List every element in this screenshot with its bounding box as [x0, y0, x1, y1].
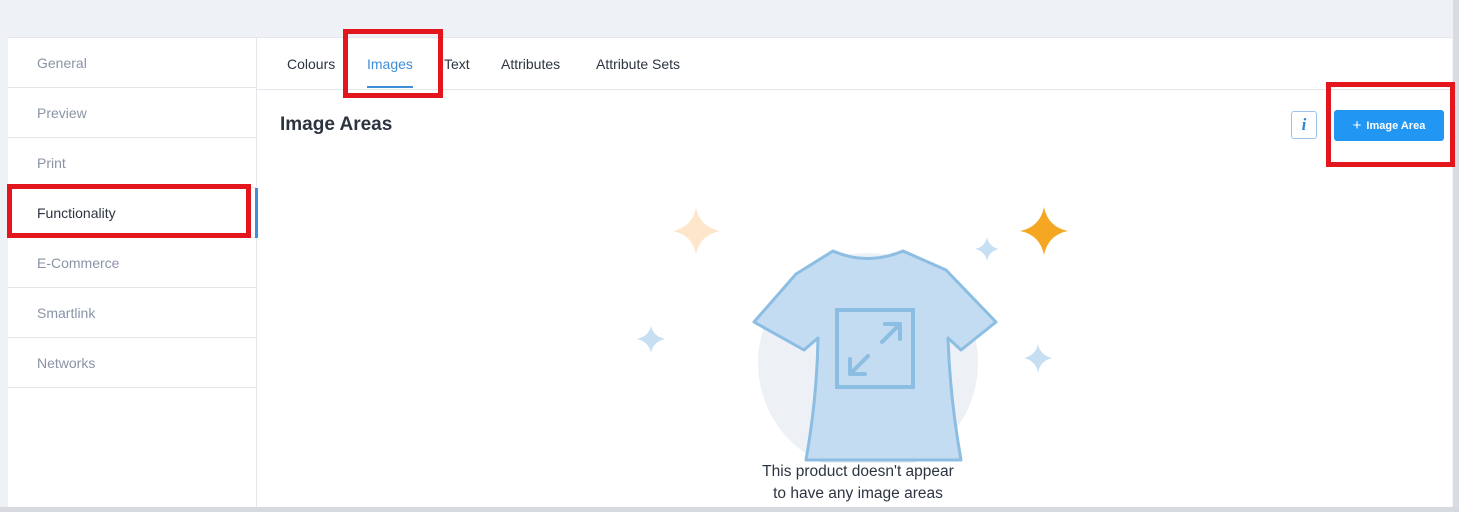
tab-text[interactable]: Text — [444, 38, 470, 89]
empty-state-message: This product doesn't appear to have any … — [668, 461, 1048, 505]
sparkle-icon — [637, 326, 665, 353]
highlight-box-add-image-area — [1326, 82, 1455, 167]
tab-colours[interactable]: Colours — [287, 38, 335, 89]
sidebar-item-smartlink[interactable]: Smartlink — [8, 288, 256, 338]
info-button[interactable]: i — [1291, 111, 1317, 139]
highlight-box-images-tab — [343, 29, 443, 98]
sparkle-icon — [1020, 207, 1068, 255]
sparkle-icon — [975, 237, 999, 261]
tab-attribute-sets[interactable]: Attribute Sets — [596, 38, 680, 89]
info-icon: i — [1301, 115, 1307, 134]
window-bottom-edge — [0, 507, 1459, 512]
sparkle-icon — [673, 208, 720, 254]
empty-state-line1: This product doesn't appear — [762, 463, 954, 480]
sidebar: General Preview Print Functionality E-Co… — [8, 38, 258, 508]
settings-panel: General Preview Print Functionality E-Co… — [8, 37, 1452, 508]
sidebar-item-general[interactable]: General — [8, 38, 256, 88]
page-title: Image Areas — [280, 114, 393, 135]
sidebar-item-print[interactable]: Print — [8, 138, 256, 188]
sparkle-icon — [1024, 344, 1052, 373]
empty-state-line2: to have any image areas — [773, 485, 943, 502]
highlight-box-functionality — [7, 184, 251, 238]
tab-attributes[interactable]: Attributes — [501, 38, 560, 89]
sidebar-item-e-commerce[interactable]: E-Commerce — [8, 238, 256, 288]
sidebar-item-networks[interactable]: Networks — [8, 338, 256, 388]
sidebar-item-preview[interactable]: Preview — [8, 88, 256, 138]
window-edge — [1453, 0, 1459, 512]
empty-state-illustration — [637, 207, 1068, 463]
